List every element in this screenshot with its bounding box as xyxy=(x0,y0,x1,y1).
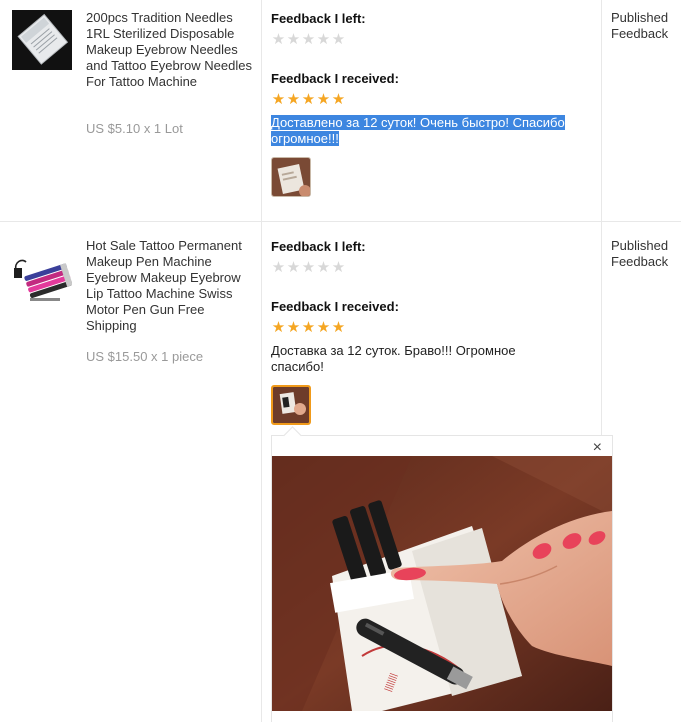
star-empty-icon: ★ xyxy=(331,259,346,276)
star-filled-icon: ★ xyxy=(331,91,346,108)
star-filled-icon: ★ xyxy=(316,91,331,108)
star-filled-icon: ★ xyxy=(271,319,286,336)
order-row-1: 200pcs Tradition Needles 1RL Sterilized … xyxy=(0,0,681,222)
star-filled-icon: ★ xyxy=(316,319,331,336)
product-title[interactable]: 200pcs Tradition Needles 1RL Sterilized … xyxy=(86,10,252,90)
needles-package-icon xyxy=(12,10,72,70)
feedback-received-label: Feedback I received: xyxy=(271,71,399,86)
star-empty-icon: ★ xyxy=(301,259,316,276)
product-price: US $15.50 x 1 piece xyxy=(86,349,204,364)
feedback-received-label: Feedback I received: xyxy=(271,299,399,314)
star-filled-icon: ★ xyxy=(301,319,316,336)
feedback-page: 200pcs Tradition Needles 1RL Sterilized … xyxy=(0,0,681,722)
star-filled-icon: ★ xyxy=(286,319,301,336)
order-row-2: Hot Sale Tattoo Permanent Makeup Pen Mac… xyxy=(0,222,681,722)
feedback-left-stars: ★ ★ ★ ★ ★ xyxy=(271,260,346,276)
feedback-photo-large[interactable]: |||||||| xyxy=(272,456,612,711)
star-empty-icon: ★ xyxy=(271,31,286,48)
close-icon[interactable]: × xyxy=(593,439,602,457)
star-empty-icon: ★ xyxy=(301,31,316,48)
star-filled-icon: ★ xyxy=(301,91,316,108)
product-title[interactable]: Hot Sale Tattoo Permanent Makeup Pen Mac… xyxy=(86,238,252,334)
feedback-photo-icon xyxy=(273,387,309,423)
star-empty-icon: ★ xyxy=(286,259,301,276)
feedback-left-stars: ★ ★ ★ ★ ★ xyxy=(271,32,346,48)
feedback-photo-thumbnail[interactable] xyxy=(271,157,311,197)
feedback-comment: Доставка за 12 суток. Браво!!! Огромное … xyxy=(271,343,516,374)
column-divider xyxy=(601,0,602,222)
column-divider xyxy=(261,0,262,222)
star-filled-icon: ★ xyxy=(331,319,346,336)
column-divider xyxy=(261,222,262,722)
star-empty-icon: ★ xyxy=(271,259,286,276)
feedback-received-stars: ★ ★ ★ ★ ★ xyxy=(271,92,346,108)
feedback-left-label: Feedback I left: xyxy=(271,239,366,254)
star-empty-icon: ★ xyxy=(316,259,331,276)
star-filled-icon: ★ xyxy=(271,91,286,108)
status-text: Published Feedback xyxy=(611,10,669,41)
star-empty-icon: ★ xyxy=(286,31,301,48)
hand-holding-needles-photo-icon: |||||||| xyxy=(272,456,612,711)
popup-pointer xyxy=(283,426,302,445)
feedback-received-stars: ★ ★ ★ ★ ★ xyxy=(271,320,346,336)
status-text: Published Feedback xyxy=(611,238,669,269)
tattoo-pen-machines-icon xyxy=(12,248,72,308)
star-empty-icon: ★ xyxy=(316,31,331,48)
feedback-comment: Доставлено за 12 суток! Очень быстро! Сп… xyxy=(271,115,591,147)
feedback-photo-thumbnail-active[interactable] xyxy=(271,385,311,425)
product-thumbnail[interactable] xyxy=(12,10,72,70)
photo-preview-popup: × |||||||| xyxy=(271,426,613,722)
product-thumbnail[interactable] xyxy=(12,248,72,308)
product-price: US $5.10 x 1 Lot xyxy=(86,121,183,136)
star-filled-icon: ★ xyxy=(286,91,301,108)
star-empty-icon: ★ xyxy=(331,31,346,48)
feedback-left-label: Feedback I left: xyxy=(271,11,366,26)
selected-comment-text: Доставлено за 12 суток! Очень быстро! Сп… xyxy=(271,115,565,146)
feedback-photo-icon xyxy=(272,158,310,196)
